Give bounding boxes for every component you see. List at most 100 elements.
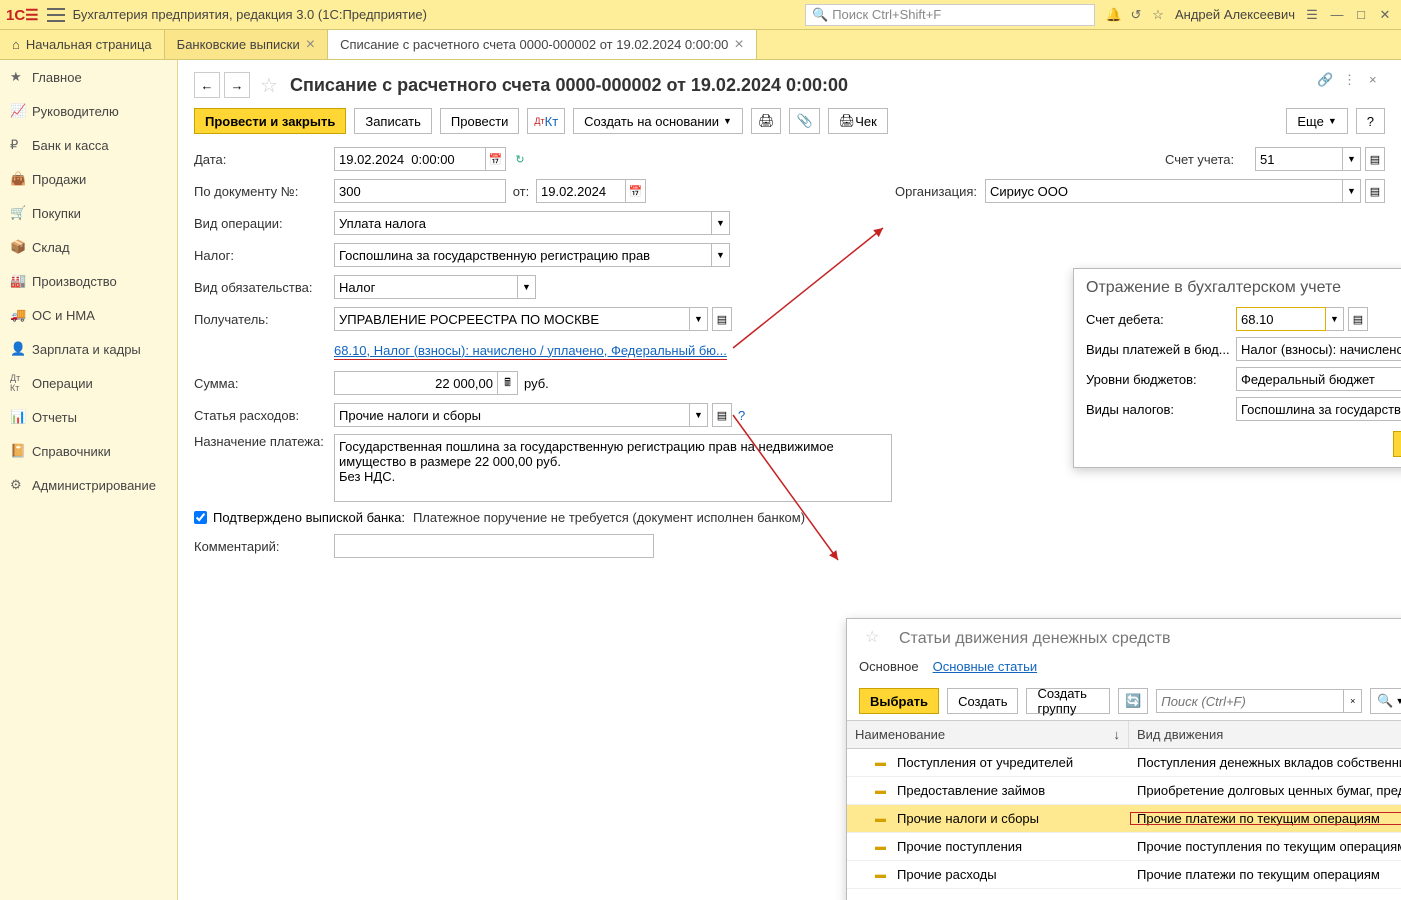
docnum-input[interactable]	[334, 179, 506, 203]
favorite-icon[interactable]: ☆	[260, 73, 284, 97]
sidebar-item-production[interactable]: 🏭Производство	[0, 264, 177, 298]
sidebar-item-bank[interactable]: ₽Банк и касса	[0, 128, 177, 162]
sidebar-item-manager[interactable]: 📈Руководителю	[0, 94, 177, 128]
col-name-header[interactable]: Наименование↓	[847, 721, 1129, 748]
sidebar-item-purchases[interactable]: 🛒Покупки	[0, 196, 177, 230]
from-date-input[interactable]	[536, 179, 626, 203]
favorite-icon[interactable]: ☆	[865, 627, 889, 651]
star-icon[interactable]: ☆	[1147, 4, 1169, 26]
refresh-icon[interactable]: ↻	[510, 147, 530, 171]
truck-icon: 🚚	[10, 307, 32, 323]
sidebar-item-reports[interactable]: 📊Отчеты	[0, 400, 177, 434]
expense-dropdown[interactable]: ▼	[690, 403, 708, 427]
clear-search[interactable]: ×	[1344, 689, 1362, 713]
history-icon[interactable]: ↺	[1125, 4, 1147, 26]
tab-basic-items[interactable]: Основные статьи	[933, 659, 1038, 674]
sidebar-item-operations[interactable]: Дт КтОперации	[0, 366, 177, 400]
sidebar-item-warehouse[interactable]: 📦Склад	[0, 230, 177, 264]
confirmed-checkbox[interactable]	[194, 511, 207, 524]
col-type-header[interactable]: Вид движения	[1129, 721, 1401, 748]
obl-input[interactable]	[334, 275, 518, 299]
cheque-button[interactable]: 🖨 Чек	[828, 108, 888, 134]
more-button[interactable]: Еще▼	[1286, 108, 1347, 134]
table-row[interactable]: ▬Поступления от учредителей Поступления …	[847, 749, 1401, 777]
accounting-link[interactable]: 68.10, Налог (взносы): начислено / уплач…	[334, 343, 727, 360]
ok-button[interactable]: ОК	[1393, 431, 1401, 457]
optype-dropdown[interactable]: ▼	[712, 211, 730, 235]
create-group-button[interactable]: Создать группу	[1026, 688, 1110, 714]
sidebar-item-salary[interactable]: 👤Зарплата и кадры	[0, 332, 177, 366]
save-button[interactable]: Записать	[354, 108, 432, 134]
comment-input[interactable]	[334, 534, 654, 558]
menu-icon[interactable]	[47, 8, 65, 22]
expense-open[interactable]: ▤	[712, 403, 732, 427]
sidebar-item-admin[interactable]: ⚙Администрирование	[0, 468, 177, 502]
post-button[interactable]: Провести	[440, 108, 520, 134]
username[interactable]: Андрей Алексеевич	[1175, 7, 1295, 22]
purpose-textarea[interactable]: Государственная пошлина за государственн…	[334, 434, 892, 502]
calendar-icon[interactable]: 📅	[626, 179, 646, 203]
sum-input[interactable]	[334, 371, 498, 395]
tab-main[interactable]: Основное	[859, 659, 919, 674]
create-based-button[interactable]: Создать на основании▼	[573, 108, 743, 134]
close-icon[interactable]: ×	[1369, 72, 1385, 88]
debit-dropdown[interactable]: ▼	[1326, 307, 1344, 331]
debit-input[interactable]	[1236, 307, 1326, 331]
org-open[interactable]: ▤	[1365, 179, 1385, 203]
date-input[interactable]	[334, 147, 486, 171]
bell-icon[interactable]: 🔔	[1103, 4, 1125, 26]
post-and-close-button[interactable]: Провести и закрыть	[194, 108, 346, 134]
refresh-button[interactable]: 🔄	[1118, 688, 1148, 714]
sidebar-item-refs[interactable]: 📔Справочники	[0, 434, 177, 468]
recipient-open[interactable]: ▤	[712, 307, 732, 331]
user-menu-icon[interactable]: ☰	[1301, 4, 1323, 26]
tab-home[interactable]: ⌂ Начальная страница	[0, 30, 165, 59]
calendar-icon[interactable]: 📅	[486, 147, 506, 171]
paytype-input[interactable]	[1236, 337, 1401, 361]
table-row[interactable]: ▬Прочие поступления Прочие поступления п…	[847, 833, 1401, 861]
sidebar-item-sales[interactable]: 👜Продажи	[0, 162, 177, 196]
account-open[interactable]: ▤	[1365, 147, 1385, 171]
create-button[interactable]: Создать	[947, 688, 1018, 714]
tab-document[interactable]: Списание с расчетного счета 0000-000002 …	[328, 30, 757, 59]
close-icon[interactable]: ×	[306, 36, 315, 54]
table-row[interactable]: ▬Прочие расходы Прочие платежи по текущи…	[847, 861, 1401, 889]
recipient-input[interactable]	[334, 307, 690, 331]
org-dropdown[interactable]: ▼	[1343, 179, 1361, 203]
nav-back-button[interactable]: ←	[194, 72, 220, 98]
debit-open[interactable]: ▤	[1348, 307, 1368, 331]
sidebar-item-main[interactable]: ★Главное	[0, 60, 177, 94]
org-input[interactable]	[985, 179, 1343, 203]
taxtype-input[interactable]	[1236, 397, 1401, 421]
obl-dropdown[interactable]: ▼	[518, 275, 536, 299]
tab-bank-statements[interactable]: Банковские выписки ×	[165, 30, 328, 59]
optype-input[interactable]	[334, 211, 712, 235]
calculator-icon[interactable]: 🖩	[498, 371, 518, 395]
close-window-button[interactable]: ✕	[1375, 5, 1395, 25]
recipient-dropdown[interactable]: ▼	[690, 307, 708, 331]
attach-button[interactable]: 📎	[789, 108, 819, 134]
budget-input[interactable]	[1236, 367, 1401, 391]
expense-input[interactable]	[334, 403, 690, 427]
catalog-search[interactable]: ×	[1156, 689, 1362, 713]
select-button[interactable]: Выбрать	[859, 688, 939, 714]
help-icon[interactable]: ?	[738, 408, 745, 423]
link-icon[interactable]: 🔗	[1317, 72, 1333, 88]
global-search[interactable]: 🔍 Поиск Ctrl+Shift+F	[805, 4, 1095, 26]
tax-input[interactable]	[334, 243, 712, 267]
account-dropdown[interactable]: ▼	[1343, 147, 1361, 171]
table-row-selected[interactable]: ▬Прочие налоги и сборы Прочие платежи по…	[847, 805, 1401, 833]
dtkt-button[interactable]: ДтКт	[527, 108, 565, 134]
tax-dropdown[interactable]: ▼	[712, 243, 730, 267]
print-button[interactable]: 🖨	[751, 108, 782, 134]
more-icon[interactable]: ⋮	[1343, 72, 1359, 88]
table-row[interactable]: ▬Предоставление займов Приобретение долг…	[847, 777, 1401, 805]
maximize-button[interactable]: □	[1351, 5, 1371, 25]
nav-forward-button[interactable]: →	[224, 72, 250, 98]
help-button[interactable]: ?	[1356, 108, 1385, 134]
account-input[interactable]	[1255, 147, 1343, 171]
close-icon[interactable]: ×	[734, 36, 743, 54]
minimize-button[interactable]: —	[1327, 5, 1347, 25]
sidebar-item-assets[interactable]: 🚚ОС и НМА	[0, 298, 177, 332]
search-button[interactable]: 🔍▼	[1370, 688, 1401, 714]
